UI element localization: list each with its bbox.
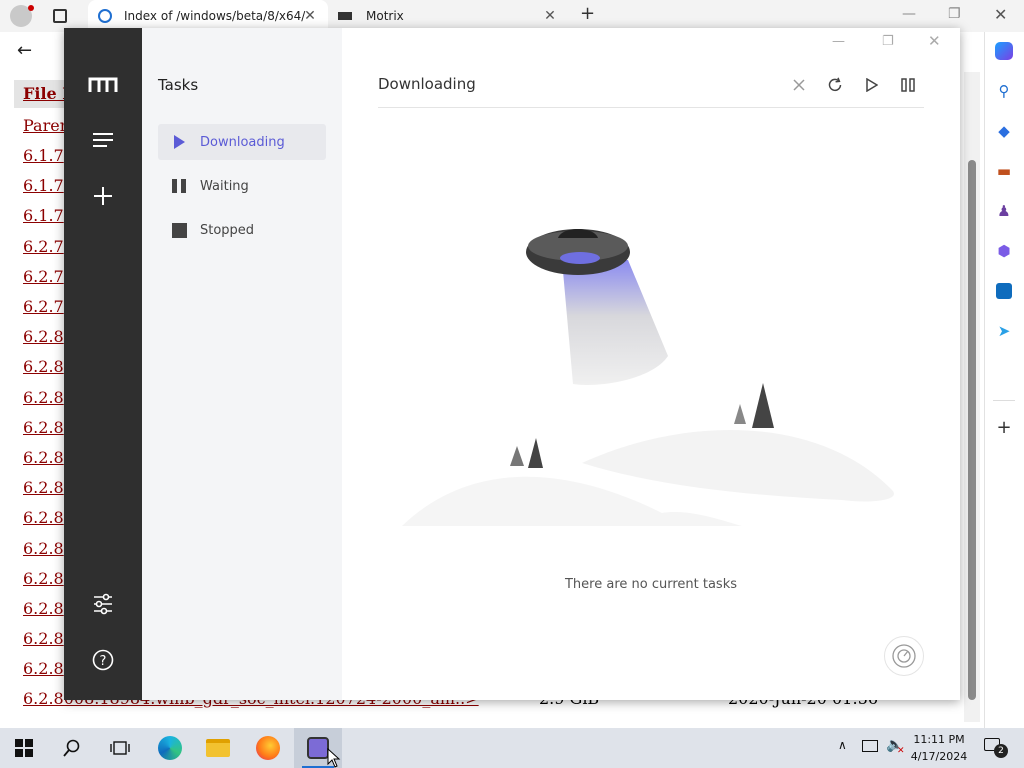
- nav-item-downloading[interactable]: Downloading: [158, 124, 326, 160]
- task-view-icon[interactable]: [96, 728, 144, 768]
- tab-title: Index of /windows/beta/8/x64/: [124, 9, 306, 23]
- file-link[interactable]: 6.2.7: [23, 297, 64, 316]
- file-link[interactable]: 6.2.7: [23, 267, 64, 286]
- empty-state-text: There are no current tasks: [564, 577, 737, 592]
- motrix-close-icon[interactable]: ✕: [928, 32, 941, 50]
- file-link[interactable]: 6.2.8: [23, 448, 64, 467]
- play-icon: [158, 135, 200, 149]
- close-tab-icon[interactable]: ✕: [542, 8, 558, 24]
- file-link[interactable]: 6.1.7: [23, 176, 64, 195]
- notification-count: 2: [994, 744, 1008, 758]
- motrix-maximize-icon[interactable]: ❐: [882, 34, 894, 49]
- file-link[interactable]: 6.2.8: [23, 539, 64, 558]
- tray-chevron-icon[interactable]: ∧: [838, 738, 847, 752]
- nav-item-waiting[interactable]: Waiting: [158, 168, 326, 204]
- file-link[interactable]: 6.2.8: [23, 418, 64, 437]
- mute-badge-icon: ✕: [897, 746, 905, 756]
- search-icon[interactable]: ⚲: [993, 80, 1015, 102]
- help-icon[interactable]: ?: [88, 645, 118, 675]
- sidebar-divider: [993, 400, 1015, 401]
- tasks-sidebar: Tasks Downloading Waiting Stopped: [142, 28, 342, 700]
- copilot-icon[interactable]: [993, 40, 1015, 62]
- scrollbar-thumb[interactable]: [968, 160, 976, 700]
- close-window-icon[interactable]: ✕: [994, 5, 1007, 24]
- microsoft365-icon[interactable]: ⬢: [993, 240, 1015, 262]
- motrix-minimize-icon[interactable]: —: [832, 34, 845, 49]
- minimize-icon[interactable]: —: [902, 6, 916, 22]
- clock[interactable]: 11:11 PM 4/17/2024: [906, 731, 972, 765]
- shopping-icon[interactable]: ◆: [993, 120, 1015, 142]
- motrix-window: ? Tasks Downloading Waiting Stopped — ❐ …: [64, 28, 960, 700]
- profile-notification-dot: [28, 5, 34, 11]
- taskbar: ∧ 🔈 ✕ 11:11 PM 4/17/2024 2: [0, 728, 1024, 768]
- motrix-logo-icon[interactable]: [88, 70, 118, 100]
- refresh-icon[interactable]: [824, 74, 846, 96]
- motrix-tab-icon: [338, 12, 352, 20]
- svg-text:?: ?: [100, 654, 107, 669]
- pause-icon: [158, 179, 200, 193]
- speed-meter-button[interactable]: [884, 636, 924, 676]
- start-button[interactable]: [0, 728, 48, 768]
- tab-actions-icon[interactable]: [53, 9, 67, 23]
- main-title: Downloading: [378, 75, 476, 93]
- file-link[interactable]: 6.2.8: [23, 508, 64, 527]
- ie-page-icon: [98, 9, 112, 23]
- file-link[interactable]: 6.1.7: [23, 206, 64, 225]
- file-link[interactable]: 6.2.8: [23, 357, 64, 376]
- nav-item-label: Waiting: [200, 178, 249, 194]
- search-taskbar-icon[interactable]: [48, 728, 96, 768]
- stop-icon: [158, 222, 200, 238]
- mouse-cursor-icon: [327, 748, 341, 768]
- firefox-icon[interactable]: [244, 728, 292, 768]
- motrix-nav: ?: [64, 28, 142, 700]
- file-link[interactable]: 6.2.8: [23, 659, 64, 678]
- edge-sidebar: ⚲ ◆ ▬ ♟ ⬢ ➤ + ⚙: [984, 32, 1024, 746]
- file-link[interactable]: 6.2.8: [23, 478, 64, 497]
- delete-tasks-icon[interactable]: [788, 74, 810, 96]
- outlook-icon[interactable]: [993, 280, 1015, 302]
- speedometer-icon: [892, 644, 916, 668]
- file-explorer-icon[interactable]: [194, 728, 242, 768]
- parent-link[interactable]: Paren: [23, 116, 70, 135]
- file-link[interactable]: 6.2.8: [23, 388, 64, 407]
- add-task-icon[interactable]: [88, 181, 118, 211]
- network-icon[interactable]: [862, 740, 878, 752]
- edge-taskbar-icon[interactable]: [146, 728, 194, 768]
- nav-item-label: Stopped: [200, 222, 255, 238]
- file-link[interactable]: 6.2.8: [23, 327, 64, 346]
- pause-all-icon[interactable]: [897, 74, 919, 96]
- file-link[interactable]: 6.2.8: [23, 569, 64, 588]
- menu-icon[interactable]: [88, 125, 118, 155]
- close-tab-icon[interactable]: ✕: [302, 8, 318, 24]
- resume-all-icon[interactable]: [861, 74, 883, 96]
- clock-date: 4/17/2024: [910, 750, 968, 763]
- tasks-title: Tasks: [158, 76, 199, 94]
- tasks-main: — ❐ ✕ Downloading There are no current t…: [342, 28, 960, 700]
- file-link[interactable]: 6.2.7: [23, 237, 64, 256]
- tab-title: Motrix: [366, 9, 404, 23]
- back-icon[interactable]: ←: [17, 40, 32, 61]
- file-link[interactable]: 6.1.7: [23, 146, 64, 165]
- notification-center-button[interactable]: 2: [984, 738, 1008, 758]
- file-link[interactable]: 6.2.8: [23, 599, 64, 618]
- preferences-icon[interactable]: [88, 589, 118, 619]
- new-tab-icon[interactable]: +: [580, 3, 595, 24]
- add-icon[interactable]: +: [993, 416, 1015, 438]
- nav-item-label: Downloading: [200, 134, 285, 150]
- ufo-illustration: [402, 229, 894, 526]
- tools-icon[interactable]: ▬: [993, 160, 1015, 182]
- games-icon[interactable]: ♟: [993, 200, 1015, 222]
- file-link[interactable]: 6.2.8: [23, 629, 64, 648]
- clock-time: 11:11 PM: [913, 733, 965, 746]
- title-divider: [378, 107, 924, 108]
- nav-item-stopped[interactable]: Stopped: [158, 212, 326, 248]
- restore-icon[interactable]: ❐: [948, 6, 961, 22]
- send-icon[interactable]: ➤: [993, 320, 1015, 342]
